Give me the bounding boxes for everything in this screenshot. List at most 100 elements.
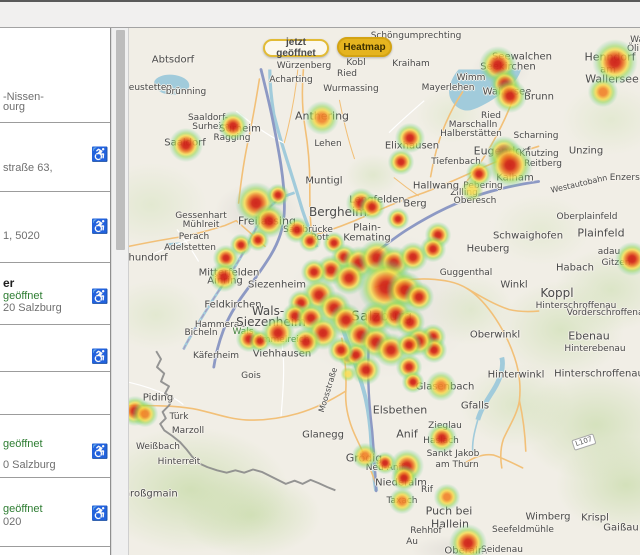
- map-place-label: Wimberg: [526, 512, 571, 523]
- map-place-label: Türk: [170, 412, 189, 422]
- map-place-label: Au: [406, 537, 418, 547]
- map-place-label: Bergheim: [309, 205, 367, 219]
- map-place-label: Würzenberg: [277, 61, 331, 71]
- wheelchair-accessible-icon: ♿: [91, 505, 109, 522]
- result-address: straße 63,: [3, 162, 53, 174]
- map-place-label: Lehen: [314, 139, 341, 149]
- results-sidebar[interactable]: -Nissen-ourgstraße 63,1, 5020ergeöffnet2…: [0, 28, 111, 555]
- wheelchair-accessible-icon: ♿: [91, 218, 109, 235]
- map-place-label: Hallwang: [413, 181, 459, 192]
- map-place-label: Plainfeld: [577, 227, 624, 240]
- map-place-label: am Thurn: [435, 460, 478, 470]
- map-place-label: Ebenau: [568, 330, 609, 343]
- map-place-label: Sankt Jakob: [427, 449, 480, 459]
- map-place-label: Rehhof: [410, 526, 441, 536]
- result-address: 20 Salzburg: [3, 302, 62, 314]
- map-place-label: Neu-Anif: [366, 463, 405, 473]
- map-place-label: Rott: [311, 233, 329, 243]
- map-place-label: Haslach: [423, 436, 459, 446]
- map-place-label: Acharting: [269, 75, 312, 85]
- map-place-label: Gaißau: [603, 523, 638, 534]
- map-place-label: brünning: [166, 87, 206, 97]
- wheelchair-accessible-icon: ♿: [91, 146, 109, 163]
- result-address: 0 Salzburg: [3, 459, 56, 471]
- map-place-label: Scharning: [513, 131, 558, 141]
- map-place-label: Kemating: [343, 233, 390, 244]
- map-place-label: Ragging: [214, 133, 251, 143]
- map-place-label: Siezenheim: [248, 280, 306, 291]
- map-place-label: Bicheln: [184, 328, 217, 338]
- map-place-label: Saaldorf: [164, 138, 205, 149]
- map-place-label: Brunn: [524, 92, 554, 103]
- map-place-label: Taxach: [386, 496, 417, 506]
- map-place-label: Oberesch: [454, 196, 497, 206]
- map-place-label: Schwaighofen: [493, 231, 563, 242]
- result-address: 1, 5020: [3, 230, 40, 242]
- map-place-label: Vorderschroffenau: [567, 308, 640, 318]
- result-list-item[interactable]: [0, 372, 110, 415]
- open-status-text: geöffnet: [3, 290, 43, 302]
- map-place-label: Großgmain: [128, 489, 178, 500]
- open-status-text: geöffnet: [3, 438, 43, 450]
- result-title: er: [3, 276, 14, 290]
- map-place-label: Kobl: [346, 58, 365, 68]
- map-place-label: Ried: [337, 69, 357, 79]
- open-status-text: geöffnet: [3, 503, 43, 515]
- map-place-label: Elixhausen: [385, 141, 439, 152]
- map-place-label: Koppl: [540, 286, 573, 300]
- map-place-label: Rif: [421, 485, 433, 495]
- map-place-label: Glanegg: [302, 430, 344, 441]
- map-place-label: Elsbethen: [373, 404, 428, 417]
- map-place-label: Tiefenbach: [431, 157, 481, 167]
- map-place-label: Wurmassing: [323, 84, 378, 94]
- map-place-label: Abtsdorf: [152, 55, 194, 66]
- wheelchair-accessible-icon: ♿: [91, 348, 109, 365]
- map-place-label: Adelstetten: [164, 243, 216, 253]
- map-place-label: Berg: [403, 199, 426, 210]
- wheelchair-accessible-icon: ♿: [91, 443, 109, 460]
- map-place-label: Wallersee: [585, 73, 639, 86]
- map-place-label: Mayerlehen: [422, 83, 475, 93]
- map-place-label: Oberplainfeld: [557, 212, 618, 222]
- sidebar-scrollbar[interactable]: [111, 28, 128, 555]
- map-place-label: Reitberg: [524, 159, 562, 169]
- map-place-label: Ainring: [207, 276, 243, 287]
- map-place-label: Guggenthal: [440, 268, 493, 278]
- map-place-label: Thundorf: [128, 253, 168, 264]
- map-place-label: Oberwinkl: [470, 330, 520, 341]
- result-address: ourg: [3, 101, 25, 113]
- filter-open-now-button[interactable]: jetzt geöffnet: [263, 39, 329, 57]
- map-place-label: Habach: [556, 263, 594, 274]
- map-place-label: Heuberg: [467, 244, 510, 255]
- map-canvas[interactable]: jetzt geöffnet Heatmap Schöngumprechting…: [128, 28, 640, 555]
- result-address: 020: [3, 516, 21, 528]
- map-place-label: Kraiham: [392, 59, 430, 69]
- map-place-label: Seefeldmühle: [492, 525, 554, 535]
- map-place-label: Weißbach: [136, 442, 180, 452]
- scrollbar-thumb[interactable]: [116, 30, 125, 250]
- map-place-label: Seidenau: [481, 545, 523, 555]
- map-place-label: Hinterwinkl: [488, 370, 545, 381]
- map-place-label: Wals: [232, 327, 253, 337]
- map-place-label: Zieglau: [428, 421, 462, 431]
- map-place-label: Gois: [241, 371, 261, 381]
- map-place-label: Niederalm: [375, 478, 427, 489]
- map-place-label: Viehhausen: [253, 349, 311, 360]
- map-place-label: Hinterschroffenau: [554, 369, 640, 380]
- map-place-label: Unzing: [569, 146, 603, 157]
- map-place-label: Enzersberg: [610, 173, 640, 183]
- map-place-label: Mühlreit: [183, 220, 220, 230]
- map-place-label: Halberstätten: [440, 129, 502, 139]
- map-place-label: Marzoll: [172, 426, 204, 436]
- map-place-label: Puch bei: [426, 505, 473, 518]
- map-place-label: Gfalls: [461, 401, 489, 412]
- map-place-label: Salzburg: [351, 310, 412, 325]
- map-place-label: Anif: [396, 428, 417, 441]
- map-place-label: Wimm: [457, 73, 486, 83]
- heatmap-toggle-button[interactable]: Heatmap: [337, 37, 392, 57]
- map-place-label: Hinterebenau: [564, 344, 625, 354]
- map-place-label: Hinterreit: [158, 457, 201, 467]
- map-place-label: Henndorf: [584, 51, 635, 64]
- wheelchair-accessible-icon: ♿: [91, 288, 109, 305]
- map-place-label: Perach: [179, 232, 210, 242]
